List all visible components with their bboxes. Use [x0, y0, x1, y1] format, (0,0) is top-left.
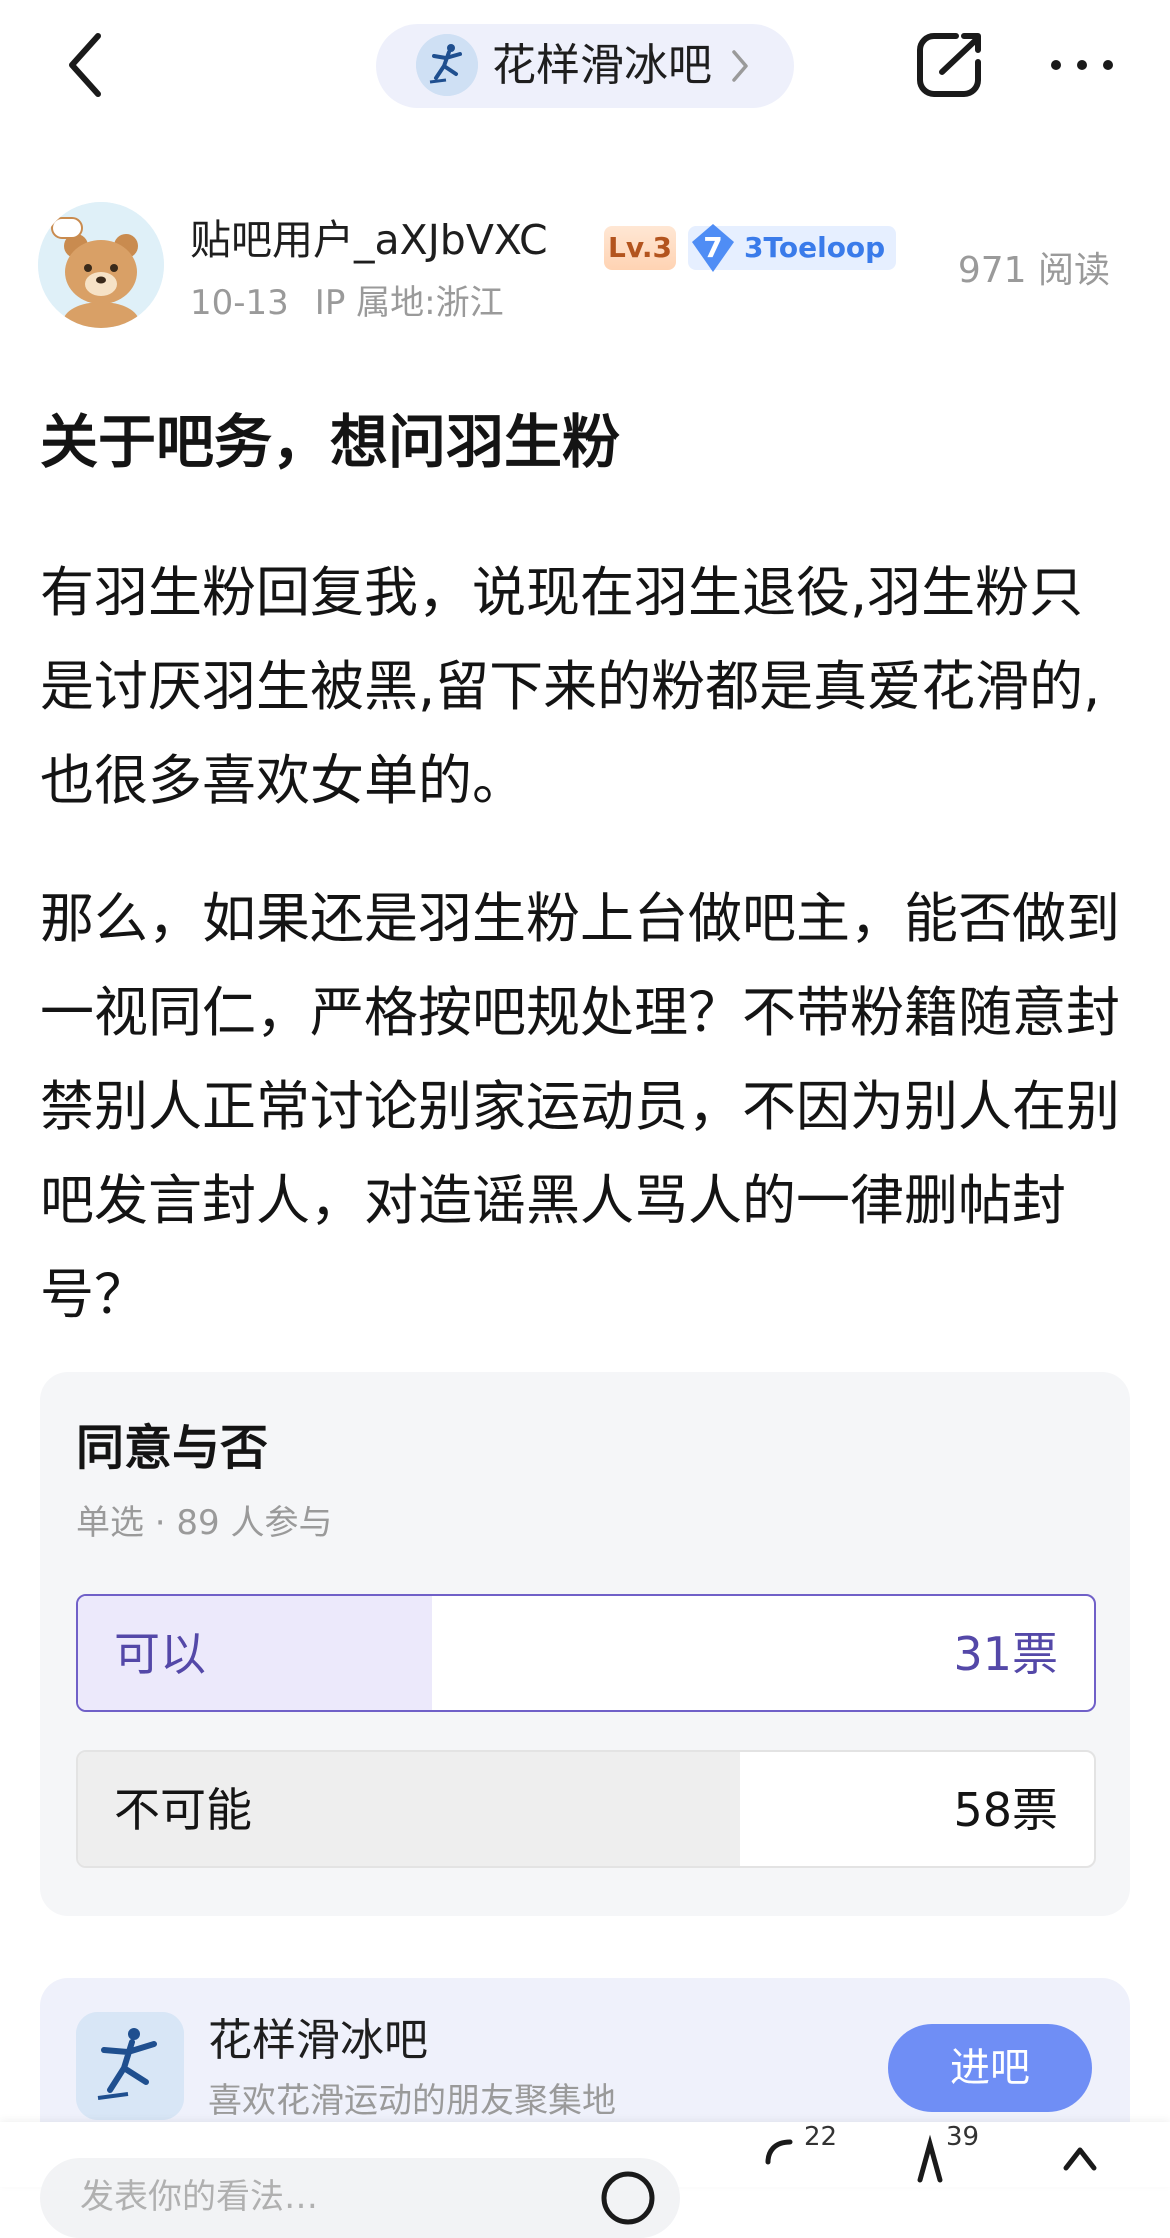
honor-number: 7: [703, 231, 723, 264]
share-button[interactable]: [912, 28, 986, 102]
forum-card-logo-icon: [76, 2012, 184, 2120]
join-forum-button[interactable]: 进吧: [888, 2024, 1092, 2112]
like-count: 39: [946, 2122, 980, 2152]
poll-option[interactable]: 可以 31票: [76, 1594, 1096, 1712]
post-title: 关于吧务，想问羽生粉: [40, 408, 621, 476]
forum-entry-pill[interactable]: 花样滑冰吧: [376, 24, 794, 108]
post-meta: 10-13 IP 属地:浙江: [190, 280, 530, 326]
poll-option-label: 不可能: [114, 1783, 252, 1837]
forum-logo-icon: [416, 34, 478, 96]
top-bar: 花样滑冰吧: [0, 0, 1170, 135]
share-up-icon[interactable]: [1050, 2130, 1110, 2190]
forum-card-name: 花样滑冰吧: [208, 2015, 428, 2066]
bottom-action-bar: 发表你的看法… 22 39: [0, 2122, 1170, 2238]
poll-subtitle: 单选 · 89 人参与: [76, 1503, 333, 1543]
poll-card: 同意与否 单选 · 89 人参与 可以 31票 不可能 58票: [40, 1372, 1130, 1916]
level-badge: Lv.3: [604, 226, 676, 270]
author-username[interactable]: 贴吧用户_aXJbVXC: [190, 214, 548, 266]
forum-card-description: 喜欢花滑运动的朋友聚集地: [208, 2081, 616, 2121]
ip-location: IP 属地:浙江: [314, 283, 504, 323]
more-button[interactable]: [1046, 40, 1118, 90]
reply-input[interactable]: 发表你的看法…: [40, 2158, 680, 2238]
post-date: 10-13: [190, 283, 289, 323]
back-button[interactable]: [60, 30, 110, 100]
poll-option[interactable]: 不可能 58票: [76, 1750, 1096, 1868]
bear-avatar-icon: [38, 202, 164, 328]
post-paragraph: 那么，如果还是羽生粉上台做吧主，能否做到一视同仁，严格按吧规处理？不带粉籍随意封…: [40, 887, 1120, 1326]
more-icon: [1051, 60, 1113, 70]
reply-placeholder: 发表你的看法…: [80, 2177, 318, 2217]
author-avatar[interactable]: [38, 202, 164, 328]
poll-title: 同意与否: [76, 1420, 269, 1476]
back-icon: [69, 33, 101, 97]
honor-badge[interactable]: 7 3Toeloop: [688, 224, 896, 272]
poll-option-votes: 31票: [953, 1627, 1058, 1681]
read-count: 971 阅读: [957, 250, 1110, 291]
poll-option-votes: 58票: [953, 1783, 1058, 1837]
post-paragraph: 有羽生粉回复我，说现在羽生退役,羽生粉只是讨厌羽生被黑,留下来的粉都是真爱花滑的…: [40, 561, 1101, 812]
share-icon: [917, 33, 981, 97]
chevron-right-icon: [732, 50, 748, 82]
honor-title: 3Toeloop: [744, 231, 886, 264]
forum-name: 花样滑冰吧: [492, 40, 712, 91]
emoji-icon[interactable]: [598, 2168, 658, 2228]
comment-count: 22: [804, 2122, 838, 2152]
poll-option-label: 可以: [114, 1627, 206, 1681]
